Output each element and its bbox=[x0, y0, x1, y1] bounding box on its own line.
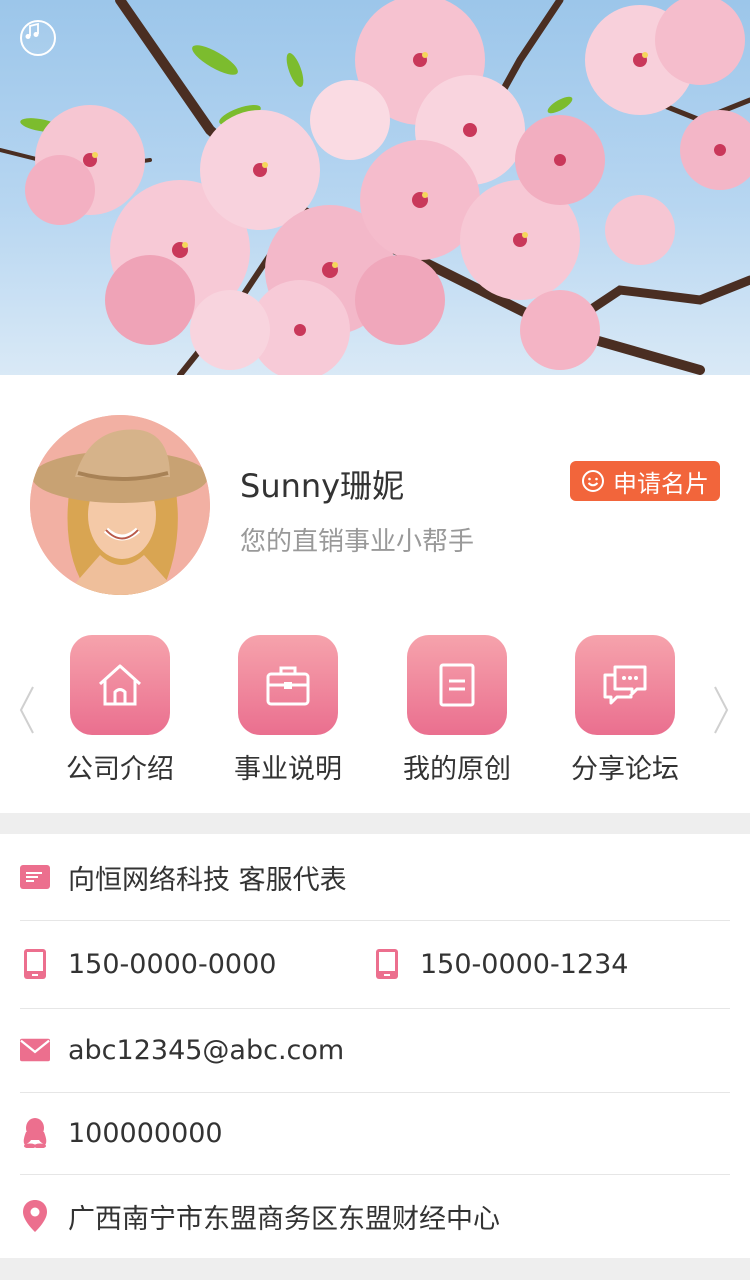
apply-card-button[interactable]: 申请名片 bbox=[570, 461, 720, 501]
envelope-icon bbox=[20, 1035, 50, 1065]
briefcase-icon bbox=[266, 666, 310, 706]
nav-label: 分享论坛 bbox=[571, 754, 679, 785]
nav-item-share-forum[interactable]: 分享论坛 bbox=[555, 635, 695, 786]
nav-item-business-plan[interactable]: 事业说明 bbox=[218, 635, 358, 786]
phone-1[interactable]: 150-0000-0000 bbox=[20, 920, 276, 1008]
profile-name: Sunny珊妮 bbox=[240, 467, 405, 505]
mobile-phone-icon bbox=[20, 949, 50, 979]
contact-row-phones: 150-0000-0000 150-0000-1234 bbox=[20, 920, 730, 1009]
document-icon bbox=[439, 663, 475, 707]
location-pin-icon bbox=[20, 1200, 50, 1232]
card-icon bbox=[20, 862, 50, 892]
nav-item-my-original[interactable]: 我的原创 bbox=[387, 635, 527, 786]
company-text: 向恒网络科技 客服代表 bbox=[68, 864, 347, 896]
nav-label: 公司介绍 bbox=[66, 754, 174, 785]
contact-row-company: 向恒网络科技 客服代表 bbox=[20, 834, 730, 921]
home-icon bbox=[98, 664, 142, 706]
chevron-left-icon bbox=[19, 686, 34, 734]
address-text: 广西南宁市东盟商务区东盟财经中心 bbox=[68, 1203, 500, 1235]
chat-icon bbox=[603, 665, 647, 705]
phone-1-text: 150-0000-0000 bbox=[68, 948, 277, 980]
music-toggle-button[interactable] bbox=[20, 20, 56, 56]
avatar bbox=[30, 415, 210, 595]
nav-label: 我的原创 bbox=[403, 754, 511, 785]
nav-item-company-intro[interactable]: 公司介绍 bbox=[50, 635, 190, 786]
nav-next-arrow[interactable] bbox=[708, 680, 734, 740]
hero-banner bbox=[0, 0, 750, 375]
profile-tagline: 您的直销事业小帮手 bbox=[240, 527, 475, 557]
profile-card: Sunny珊妮 您的直销事业小帮手 申请名片 公司介绍 事业说明 我的原创 分享… bbox=[0, 375, 750, 813]
smile-icon bbox=[582, 470, 604, 492]
qq-penguin-icon bbox=[20, 1118, 50, 1148]
chevron-right-icon bbox=[714, 686, 729, 734]
cherry-blossom-image bbox=[0, 0, 750, 375]
phone-2[interactable]: 150-0000-1234 bbox=[372, 920, 628, 1008]
phone-2-text: 150-0000-1234 bbox=[420, 948, 629, 980]
contact-list: 向恒网络科技 客服代表 150-0000-0000 150-0000-1234 … bbox=[0, 834, 750, 1258]
email-text: abc12345@abc.com bbox=[68, 1034, 345, 1066]
contact-row-address[interactable]: 广西南宁市东盟商务区东盟财经中心 bbox=[20, 1174, 730, 1258]
music-note-icon bbox=[25, 22, 39, 39]
contact-row-email[interactable]: abc12345@abc.com bbox=[20, 1008, 730, 1093]
contact-row-qq[interactable]: 100000000 bbox=[20, 1092, 730, 1175]
nav-label: 事业说明 bbox=[234, 754, 342, 785]
mobile-phone-icon bbox=[372, 949, 402, 979]
apply-card-label: 申请名片 bbox=[613, 469, 709, 498]
nav-prev-arrow[interactable] bbox=[14, 680, 40, 740]
qq-text: 100000000 bbox=[68, 1117, 223, 1149]
